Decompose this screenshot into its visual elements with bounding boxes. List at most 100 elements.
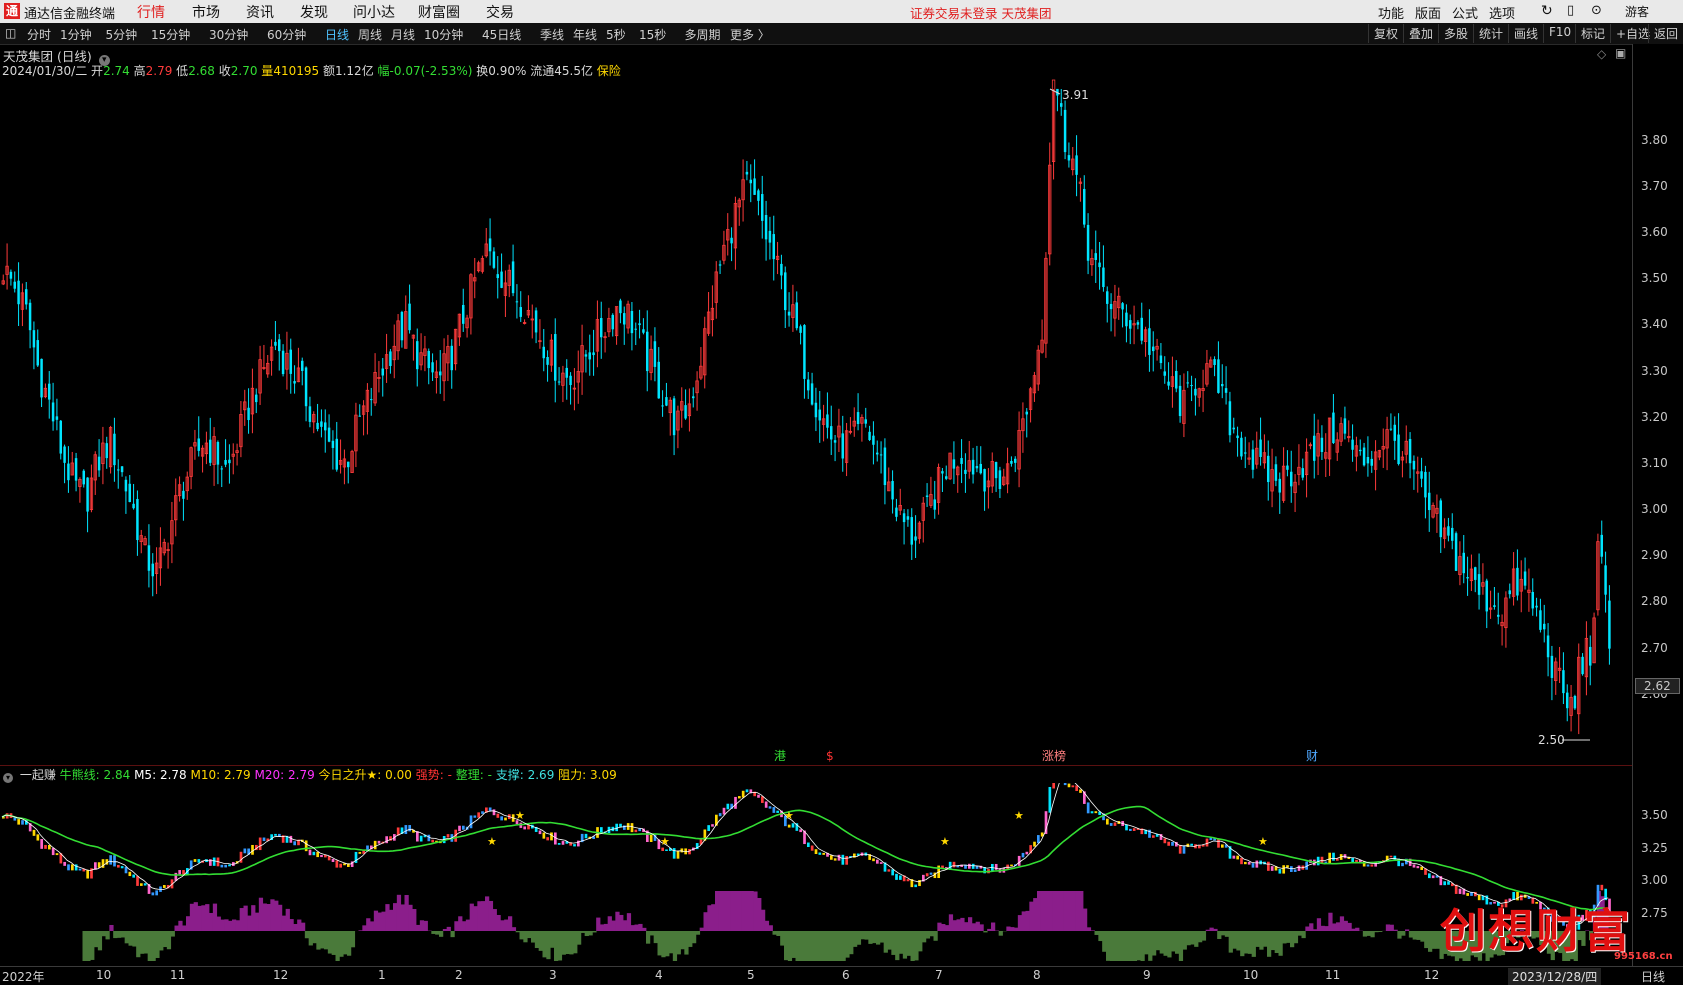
histogram-bar [707,905,711,931]
tool-button-4[interactable]: 画线 [1508,24,1543,43]
event-marker-0[interactable]: 港 [774,749,786,763]
period-tab-5[interactable]: 60分钟 [267,26,306,43]
indicator-candle [727,804,730,810]
histogram-bar [727,891,731,931]
indicator-chart[interactable]: ★★★★★★★ [0,783,1632,966]
tool-button-1[interactable]: 叠加 [1403,24,1438,43]
menu-5[interactable]: 财富圈 [418,2,460,22]
period-tab-11[interactable]: 季线 [540,26,564,43]
histogram-bar [546,931,550,959]
indicator-candle [428,835,431,841]
histogram-bar [293,924,297,931]
right-menu-item-0[interactable]: 功能 [1378,3,1404,22]
candle-body [1604,565,1606,594]
right-menu-item-3[interactable]: 选项 [1489,3,1515,22]
right-menu-item-1[interactable]: 版面 [1415,3,1441,22]
histogram-bar [408,905,412,931]
tool-button-2[interactable]: 多股 [1438,24,1473,43]
histogram-bar [347,931,351,956]
period-tab-8[interactable]: 月线 [391,26,415,43]
candle-body [1493,605,1495,607]
period-tab-2[interactable]: 5分钟 [106,26,138,43]
event-marker-1[interactable]: $ [826,749,834,763]
menu-1[interactable]: 市场 [192,2,220,22]
histogram-bar [343,931,347,954]
indicator-candle [1010,865,1013,867]
user-name[interactable]: 游客 [1625,3,1649,20]
panel-toggle-icon[interactable]: ◫ [5,26,16,40]
indicator-candle [259,838,262,851]
tool-button-3[interactable]: 统计 [1473,24,1508,43]
menu-2[interactable]: 资讯 [246,2,274,22]
period-tab-4[interactable]: 30分钟 [209,26,248,43]
candle-body [1060,103,1062,107]
menu-6[interactable]: 交易 [486,2,514,22]
tool-button-5[interactable]: F10 [1543,24,1576,43]
indicator-candle [1244,862,1247,864]
menu-3[interactable]: 发现 [300,2,328,22]
indicator-candle [834,858,837,860]
period-tab-1[interactable]: 1分钟 [60,26,92,43]
candle-body [1175,371,1177,389]
period-tab-12[interactable]: 年线 [573,26,597,43]
period-tab-6[interactable]: 日线 [325,26,349,43]
histogram-bar [972,923,976,931]
histogram-bar [849,931,853,954]
indicator-candle [132,875,135,878]
period-tab-3[interactable]: 15分钟 [151,26,190,43]
diamond-icon[interactable]: ◇ [1597,47,1606,61]
login-warning[interactable]: 证券交易未登录 天茂集团 [910,3,1051,22]
price-axis[interactable]: 3.803.703.603.503.403.303.203.103.002.90… [1632,44,1683,982]
indicator-candle [899,875,902,879]
y-tick-9: 2.90 [1641,548,1668,562]
settings-icon[interactable]: ⊙ [1591,3,1602,18]
y-tick-3: 3.50 [1641,271,1668,285]
tool-button-6[interactable]: 标记 [1575,24,1610,43]
period-tab-9[interactable]: 10分钟 [424,26,463,43]
indicator-candle [888,869,891,871]
period-tab-7[interactable]: 周线 [358,26,382,43]
right-menu-item-2[interactable]: 公式 [1452,3,1478,22]
period-tab-15[interactable]: 多周期 [685,26,721,43]
period-tab-13[interactable]: 5秒 [606,26,626,43]
histogram-bar [1394,930,1398,931]
histogram-bar [715,891,719,931]
candle-body [834,440,836,442]
histogram-bar [960,918,964,931]
menu-4[interactable]: 问小达 [353,2,395,22]
tool-button-8[interactable]: 返回 [1648,24,1683,43]
period-tab-0[interactable]: 分时 [27,26,51,43]
candle-body [934,499,936,509]
histogram-bar [619,915,623,931]
maximize-icon[interactable]: ▣ [1615,46,1626,60]
histogram-bar [159,931,163,950]
period-tab-16[interactable]: 更多 〉 [730,26,770,43]
indicator-candle [523,826,526,829]
indicator-candle [56,853,59,855]
histogram-bar [86,931,90,961]
refresh-icon[interactable]: ↻ [1541,3,1553,19]
notepad-icon[interactable]: ▯ [1567,3,1574,18]
candlestick-chart[interactable]: 3.912.50港$涨榜财 [0,76,1632,766]
event-marker-2[interactable]: 涨榜 [1042,748,1066,763]
histogram-bar [1236,931,1240,950]
candle-body [359,416,361,417]
indicator-candle [742,791,745,798]
indicator-candle [1106,819,1109,825]
histogram-bar [899,931,903,954]
histogram-bar [83,931,87,961]
period-tab-14[interactable]: 15秒 [639,26,666,43]
tool-button-0[interactable]: 复权 [1368,24,1403,43]
candle-body [865,419,867,423]
histogram-bar [627,913,631,931]
candle-body [228,460,230,463]
indicator-candle [1164,838,1167,843]
candle-body [117,469,119,470]
histogram-bar [458,916,462,931]
indicator-value-5: - [444,768,452,782]
event-marker-3[interactable]: 财 [1306,749,1318,763]
menu-0[interactable]: 行情 [137,2,165,22]
collapse-icon[interactable]: ▾ [3,773,13,783]
indicator-name[interactable]: 一起赚 [20,768,56,782]
period-tab-10[interactable]: 45日线 [482,26,521,43]
